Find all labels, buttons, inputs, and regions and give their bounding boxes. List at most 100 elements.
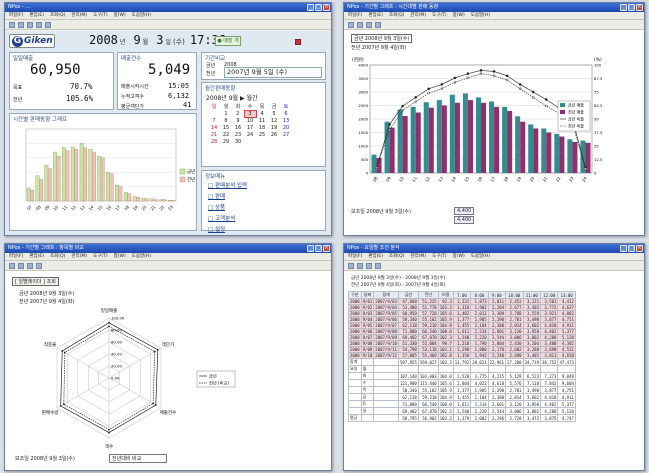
calendar-day[interactable]: 11 (256, 118, 268, 125)
menu-item-3[interactable]: 관리(M) (71, 253, 87, 260)
menu-item-3[interactable]: 관리(M) (410, 12, 426, 19)
calendar-day[interactable]: 24 (244, 132, 256, 139)
table-header-cell[interactable]: 합계 (373, 291, 399, 299)
info-menu-link-0[interactable]: □ 판매분석 입력 (208, 181, 247, 189)
table-row[interactable]: 일 69,402 67,870 102.3 1,540 2,220 2,544 3,006 3,… (348, 407, 576, 415)
radar-compare-select[interactable]: 전년대비 비교 (109, 454, 167, 463)
maximize-icon[interactable]: □ (628, 245, 635, 252)
calendar-day[interactable]: 14 (208, 125, 220, 132)
table-header-cell[interactable]: 10:00 (505, 291, 524, 299)
table-header-cell[interactable]: 9:00 (487, 291, 507, 299)
menu-item-0[interactable]: 파일(F) (348, 253, 362, 260)
save-icon[interactable] (27, 22, 33, 28)
table-header-cell[interactable]: 8:00 (470, 291, 489, 299)
menu-item-4[interactable]: 도구(T) (93, 253, 108, 260)
table-header-cell[interactable]: 12:00 (539, 291, 559, 299)
table-header-cell[interactable]: 13:00 (557, 291, 576, 299)
calendar-day[interactable]: 13 (280, 118, 292, 125)
menu-item-6[interactable]: 도움말(H) (471, 12, 490, 19)
new-icon[interactable] (9, 22, 15, 28)
calendar-day[interactable]: 25 (256, 132, 268, 139)
calendar-month-nav[interactable]: 2008년 9월 ▶ 월간 (206, 93, 258, 102)
open-icon[interactable] (18, 22, 24, 28)
menu-item-5[interactable]: 창(W) (453, 253, 465, 260)
table-header-cell[interactable]: 비율 (437, 291, 454, 299)
table-header-cell[interactable]: 전년 (417, 291, 439, 299)
calendar-day[interactable]: 18 (256, 125, 268, 132)
minimize-icon[interactable]: _ (307, 245, 314, 252)
chart-icon[interactable] (45, 22, 51, 28)
info-menu-link-2[interactable]: □ 상품 (208, 203, 247, 211)
table-titlebar[interactable]: NPos - 요일별 조건 분석 _ □ × (344, 244, 644, 253)
sales-table-scroll[interactable]: 구분 날짜 합계 금년 전년 비율 7:00 8:00 9:00 10:00 11:00 12:00 1… (348, 291, 642, 469)
table-header-cell[interactable]: 구분 (348, 291, 362, 299)
menu-item-2[interactable]: 조회(Q) (50, 253, 65, 260)
calendar-day[interactable]: 16 (232, 125, 244, 132)
calendar-day[interactable]: 12 (268, 118, 280, 125)
table-row[interactable]: 금 62,118 59,210 104.9 1,455 2,104 2,388 2,814 3,… (348, 393, 576, 401)
menu-item-5[interactable]: 창(W) (114, 253, 126, 260)
calendar-day[interactable]: 15 (220, 125, 232, 132)
info-menu-link-3[interactable]: □ 고객분석 (208, 214, 247, 222)
calendar-day[interactable]: 27 (280, 132, 292, 139)
menu-item-0[interactable]: 파일(F) (9, 12, 23, 19)
calendar-day[interactable]: 5 (268, 111, 280, 118)
table-header-cell[interactable]: 11:00 (522, 291, 542, 299)
calendar-day[interactable]: 17 (244, 125, 256, 132)
minimize-icon[interactable]: _ (620, 4, 627, 11)
calendar-day[interactable]: 22 (220, 132, 232, 139)
calendar-day[interactable]: 7 (208, 118, 220, 125)
menu-item-6[interactable]: 도움말(H) (471, 253, 490, 260)
info-menu-link-4[interactable]: □ 설정 (208, 225, 247, 233)
radar-view-tag[interactable]: [ 일별레이더 ] 조회 (12, 277, 59, 286)
save-icon[interactable] (366, 263, 372, 269)
table-row[interactable]: 평균 58,795 56,902 103.3 1,379 2,002 2,296 2,728 3… (348, 414, 576, 422)
new-icon[interactable] (9, 263, 15, 269)
calendar-day[interactable]: 30 (232, 139, 244, 146)
new-icon[interactable] (348, 22, 354, 28)
menu-item-0[interactable]: 파일(F) (348, 12, 362, 19)
table-header-cell[interactable]: 7:00 (452, 291, 472, 299)
close-icon[interactable]: × (636, 245, 643, 252)
table-row[interactable]: 요일 월 (348, 365, 576, 373)
close-icon[interactable]: × (323, 245, 330, 252)
new-icon[interactable] (348, 263, 354, 269)
maximize-icon[interactable]: □ (315, 4, 322, 11)
calendar-day[interactable]: 23 (232, 132, 244, 139)
open-icon[interactable] (357, 263, 363, 269)
menu-item-1[interactable]: 편집(E) (29, 12, 44, 19)
menu-item-4[interactable]: 도구(T) (93, 12, 108, 19)
open-icon[interactable] (357, 22, 363, 28)
minimize-icon[interactable]: _ (307, 4, 314, 11)
table-row[interactable]: 수 121,900 115,440 105.6 2,804 4,022 4,618 5,576… (348, 379, 576, 387)
trend-titlebar[interactable]: NPos - 기간별 그래프 : 시간대별 판매 동향 _ □ × (344, 3, 644, 12)
calendar-day[interactable]: 26 (268, 132, 280, 139)
open-icon[interactable] (18, 263, 24, 269)
save-icon[interactable] (366, 22, 372, 28)
calendar-day[interactable]: 2 (232, 111, 244, 118)
table-row[interactable]: 목 58,340 55,102 105.9 1,377 1,985 2,290 2,701 3,… (348, 386, 576, 394)
table-header-cell[interactable]: 금년 (397, 291, 419, 299)
table-header-cell[interactable]: 날짜 (360, 291, 375, 299)
table-row[interactable]: 화 107,140 103,003 104.0 2,528 3,775 4,215 5,129… (348, 372, 576, 380)
close-icon[interactable]: × (636, 4, 643, 11)
menu-item-2[interactable]: 조회(Q) (389, 12, 404, 19)
menu-item-0[interactable]: 파일(F) (9, 253, 23, 260)
menu-item-1[interactable]: 편집(E) (368, 12, 383, 19)
menu-item-1[interactable]: 편집(E) (368, 253, 383, 260)
calendar-day[interactable]: 3 (243, 110, 257, 118)
calendar-day[interactable]: 21 (208, 132, 220, 139)
calendar-day[interactable]: 8 (220, 118, 232, 125)
maximize-icon[interactable]: □ (315, 245, 322, 252)
menu-item-6[interactable]: 도움말(H) (132, 253, 151, 260)
menu-item-3[interactable]: 관리(M) (410, 253, 426, 260)
table-row[interactable]: 토 71,880 66,540 108.0 1,611 2,314 2,601 3,120 3,… (348, 400, 576, 408)
calendar-day[interactable]: 20 (280, 125, 292, 132)
calendar-day[interactable]: 19 (268, 125, 280, 132)
print-icon[interactable] (375, 22, 381, 28)
dashboard-titlebar[interactable]: NPos - ... _ □ × (5, 3, 331, 12)
menu-item-1[interactable]: 편집(E) (29, 253, 44, 260)
print-icon[interactable] (36, 263, 42, 269)
menu-item-6[interactable]: 도움말(H) (132, 12, 151, 19)
calendar-day[interactable]: 4 (256, 111, 268, 118)
